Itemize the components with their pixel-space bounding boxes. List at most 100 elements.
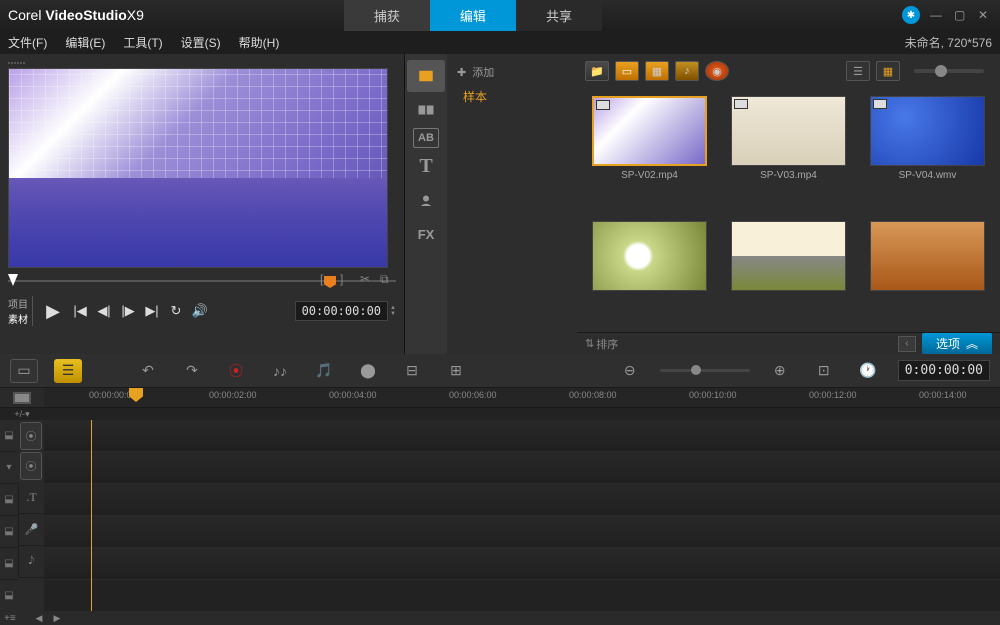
title-track-icon[interactable]: .T	[18, 482, 44, 514]
menu-settings[interactable]: 设置(S)	[181, 34, 221, 51]
overlay-track[interactable]	[44, 452, 1000, 484]
tab-capture[interactable]: 捕获	[344, 0, 430, 31]
mode-clip-label[interactable]: 素材	[8, 311, 28, 326]
track-toggle-voice[interactable]: ⬓	[0, 548, 18, 580]
clip-item[interactable]	[863, 221, 992, 325]
fit-project-button[interactable]: ⊡	[810, 359, 838, 383]
lib-tab-filter[interactable]: FX	[407, 218, 445, 250]
clip-label: SP-V04.wmv	[899, 170, 957, 181]
tab-edit[interactable]: 编辑	[430, 0, 516, 31]
goto-end-button[interactable]: ▶|	[143, 302, 161, 320]
timeline-zoom-slider[interactable]	[660, 369, 750, 372]
auto-music-button[interactable]: 🎵	[310, 359, 338, 383]
music-track[interactable]	[44, 548, 1000, 580]
clip-item[interactable]	[585, 221, 714, 325]
cut-icon[interactable]: ✂	[360, 272, 376, 288]
timecode-spinner[interactable]: ▲▼	[390, 305, 396, 317]
undo-button[interactable]: ↶	[134, 359, 162, 383]
lib-tab-title[interactable]: AB	[413, 128, 439, 148]
track-toggle-overlay[interactable]: ⬓	[0, 484, 18, 516]
panel-grip[interactable]	[8, 62, 396, 66]
subtitle-button[interactable]: ⊟	[398, 359, 426, 383]
mark-out-button[interactable]: ]	[340, 272, 356, 288]
clip-item[interactable]: SP-V02.mp4	[585, 96, 714, 211]
ruler-tick: 00:00:08:00	[569, 390, 617, 400]
filter-audio-button[interactable]: ♪	[675, 61, 699, 81]
track-toggle-title[interactable]: ⬓	[0, 516, 18, 548]
clip-item[interactable]	[724, 221, 853, 325]
multi-cam-button[interactable]: ⊞	[442, 359, 470, 383]
menu-help[interactable]: 帮助(H)	[239, 34, 280, 51]
lib-tab-graphic[interactable]	[407, 184, 445, 216]
storyboard-view-button[interactable]: ▭	[10, 359, 38, 383]
play-button[interactable]: ▶	[41, 299, 65, 323]
title-track[interactable]	[44, 484, 1000, 516]
preview-monitor[interactable]	[8, 68, 388, 268]
filter-photo-button[interactable]: ▦	[645, 61, 669, 81]
close-button[interactable]: ✕	[978, 8, 992, 22]
clip-item[interactable]: SP-V04.wmv	[863, 96, 992, 211]
options-button[interactable]: 选项︽	[922, 333, 992, 354]
menu-edit[interactable]: 编辑(E)	[65, 34, 105, 51]
timeline-panel: ▭ ☰ ↶ ↷ ⦿ ♪♪ 🎵 ⬤ ⊟ ⊞ ⊖ ⊕ ⊡ 🕐 0:00:00:00 …	[0, 354, 1000, 625]
minimize-button[interactable]: —	[930, 8, 944, 22]
view-grid-button[interactable]: ▦	[876, 61, 900, 81]
tab-share[interactable]: 共享	[516, 0, 602, 31]
goto-start-button[interactable]: |◀	[71, 302, 89, 320]
track-toggle-music[interactable]: ⬓	[0, 580, 18, 611]
timecode-display[interactable]: 00:00:00:00	[295, 301, 388, 321]
menu-tools[interactable]: 工具(T)	[123, 34, 162, 51]
ruler-tick: 00:00:14:00	[919, 390, 967, 400]
lib-tab-media[interactable]	[407, 60, 445, 92]
motion-track-button[interactable]: ⬤	[354, 359, 382, 383]
scroll-left-button[interactable]: ◀	[32, 612, 46, 624]
timeline-view-button[interactable]: ☰	[54, 359, 82, 383]
track-toggle-collapse[interactable]: ▾	[0, 452, 18, 484]
music-track-icon[interactable]: 𝅘𝅥𝅮	[18, 546, 44, 578]
record-button[interactable]: ⦿	[222, 359, 250, 383]
voice-track[interactable]	[44, 516, 1000, 548]
scrub-bar[interactable]: [ ] ✂ ⧉	[8, 272, 396, 292]
filter-video-button[interactable]: ▭	[615, 61, 639, 81]
timeline-scrollbar[interactable]: +≡ ◀ ▶	[0, 611, 1000, 625]
ruler-tick: 00:00:06:00	[449, 390, 497, 400]
clip-item[interactable]: SP-V03.mp4	[724, 96, 853, 211]
next-frame-button[interactable]: |▶	[119, 302, 137, 320]
globe-icon[interactable]: ✱	[902, 6, 920, 24]
lib-tab-transition[interactable]	[407, 94, 445, 126]
video-track-icon[interactable]: ⦿	[20, 422, 42, 450]
loop-button[interactable]: ↻	[167, 302, 185, 320]
voice-track-icon[interactable]: 🎤	[18, 514, 44, 546]
timeline-ruler[interactable]: 00:00:00:00 00:00:02:00 00:00:04:00 00:0…	[0, 388, 1000, 408]
nav-prev-button[interactable]: ‹	[898, 336, 916, 352]
library-toolbar: 📁 ▭ ▦ ♪ ◉ ☰ ▦	[577, 54, 1000, 88]
ruler-zoom-toggle[interactable]: +/-▾	[0, 408, 44, 420]
project-duration-icon[interactable]: 🕐	[854, 359, 882, 383]
menu-file[interactable]: 文件(F)	[8, 34, 47, 51]
redo-button[interactable]: ↷	[178, 359, 206, 383]
timeline-tracks[interactable]	[44, 420, 1000, 611]
sort-button[interactable]: ⇅排序	[585, 336, 618, 352]
add-folder-button[interactable]: ✚ 添加	[453, 60, 571, 84]
mode-project-label[interactable]: 项目	[8, 296, 28, 311]
timeline-timecode[interactable]: 0:00:00:00	[898, 360, 990, 381]
scroll-right-button[interactable]: ▶	[50, 612, 64, 624]
mark-in-button[interactable]: [	[320, 272, 336, 288]
video-track[interactable]	[44, 420, 1000, 452]
lib-tab-text[interactable]: T	[407, 150, 445, 182]
add-track-button[interactable]: +≡	[4, 613, 28, 624]
overlay-track-icon[interactable]: ⦿	[20, 452, 42, 480]
audio-mixer-button[interactable]: ♪♪	[266, 359, 294, 383]
maximize-button[interactable]: ▢	[954, 8, 968, 22]
volume-icon[interactable]: 🔊	[191, 302, 209, 320]
view-list-button[interactable]: ☰	[846, 61, 870, 81]
folder-samples[interactable]: 样本	[453, 84, 571, 109]
zoom-in-button[interactable]: ⊕	[766, 359, 794, 383]
browse-folder-button[interactable]: 📁	[585, 61, 609, 81]
filter-disc-button[interactable]: ◉	[705, 61, 729, 81]
thumbnail-zoom-slider[interactable]	[914, 69, 984, 73]
split-icon[interactable]: ⧉	[380, 272, 396, 288]
zoom-out-button[interactable]: ⊖	[616, 359, 644, 383]
track-toggle-video[interactable]: ⬓	[0, 420, 18, 452]
prev-frame-button[interactable]: ◀|	[95, 302, 113, 320]
